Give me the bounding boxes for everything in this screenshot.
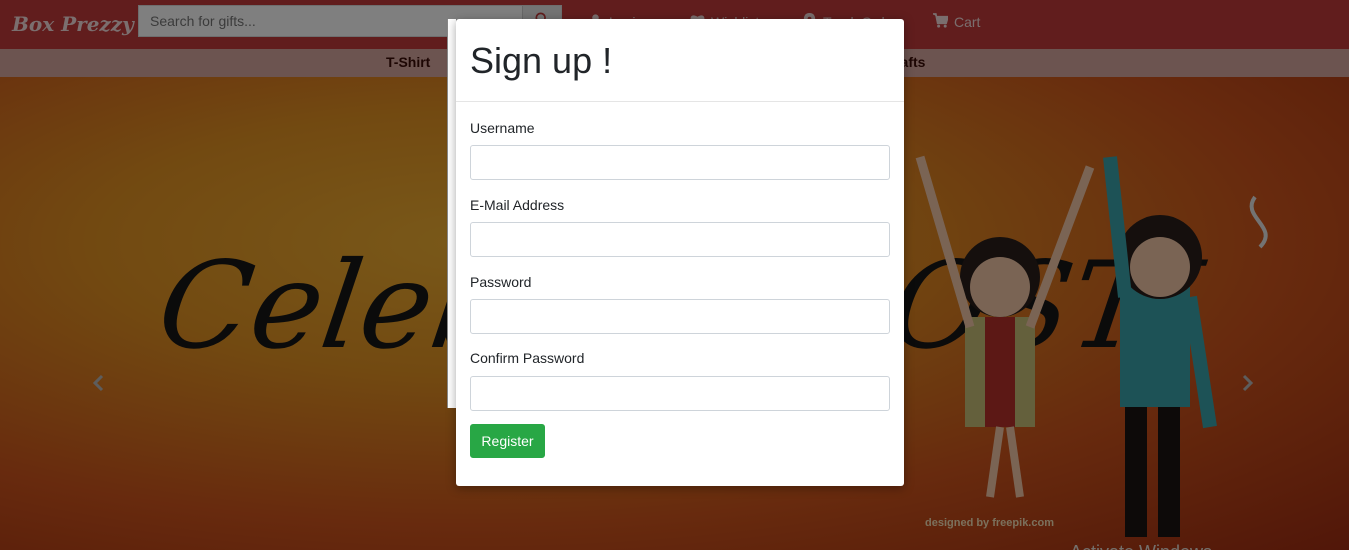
- email-label: E-Mail Address: [470, 197, 565, 213]
- email-field[interactable]: [470, 222, 890, 257]
- modal-edge: [447, 19, 456, 408]
- password-label: Password: [470, 274, 532, 290]
- signup-modal: Sign up ! Username E-Mail Address Passwo…: [456, 19, 904, 486]
- register-button[interactable]: Register: [470, 424, 545, 458]
- password-field[interactable]: [470, 299, 890, 334]
- username-field[interactable]: [470, 145, 890, 180]
- modal-header: Sign up !: [456, 19, 904, 102]
- confirm-password-label: Confirm Password: [470, 350, 585, 366]
- confirm-password-field[interactable]: [470, 376, 890, 411]
- modal-title: Sign up !: [470, 40, 613, 81]
- username-label: Username: [470, 120, 535, 136]
